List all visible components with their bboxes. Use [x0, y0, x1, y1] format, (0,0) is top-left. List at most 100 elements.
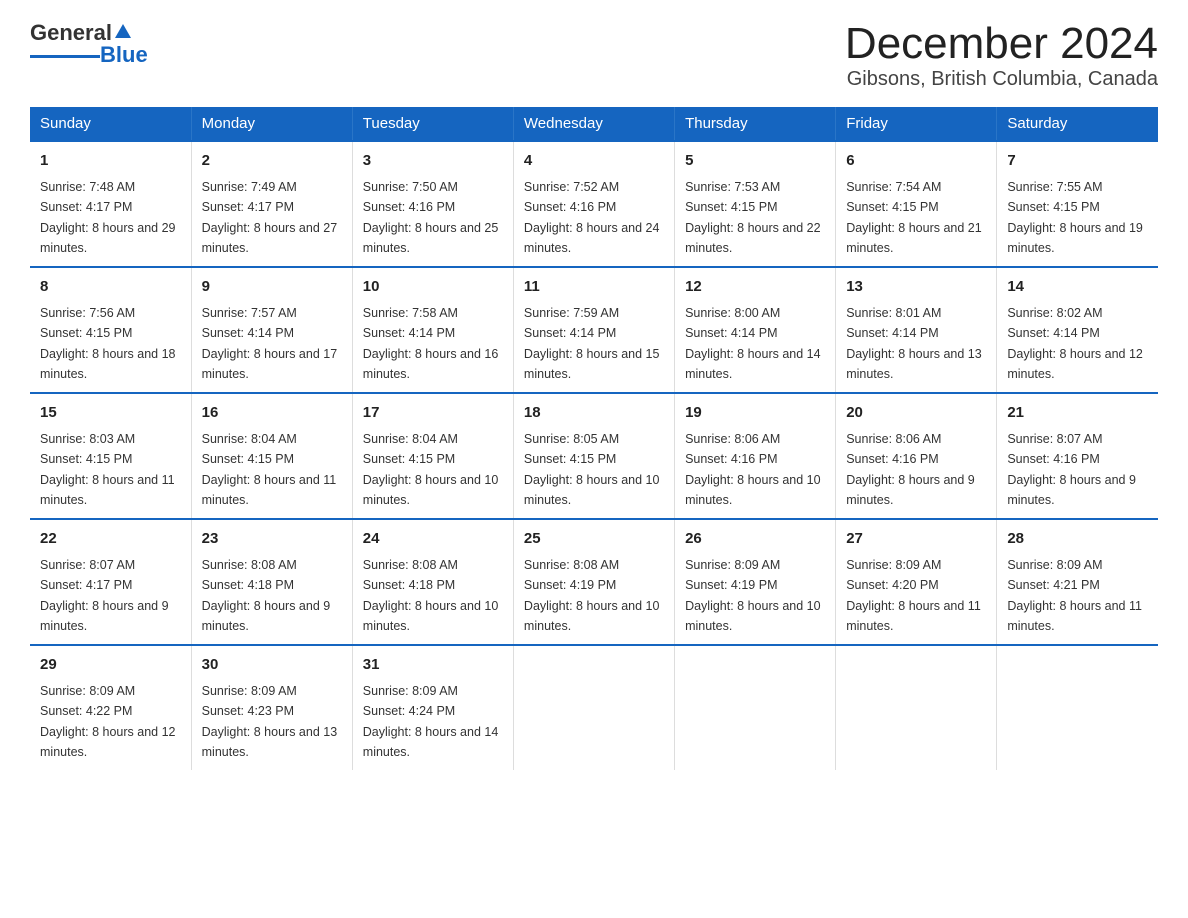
day-number: 16	[202, 402, 342, 425]
calendar-week-row: 29 Sunrise: 8:09 AMSunset: 4:22 PMDayligh…	[30, 645, 1158, 770]
day-number: 15	[40, 402, 181, 425]
col-thursday: Thursday	[675, 107, 836, 141]
day-info: Sunrise: 8:02 AMSunset: 4:14 PMDaylight:…	[1007, 306, 1143, 381]
day-info: Sunrise: 7:59 AMSunset: 4:14 PMDaylight:…	[524, 306, 660, 381]
calendar-week-row: 22Sunrise: 8:07 AMSunset: 4:17 PMDayligh…	[30, 519, 1158, 645]
day-info: Sunrise: 7:58 AMSunset: 4:14 PMDaylight:…	[363, 306, 499, 381]
table-row: 6Sunrise: 7:54 AMSunset: 4:15 PMDaylight…	[836, 141, 997, 267]
logo-blue-text: Blue	[100, 42, 148, 68]
table-row: 11Sunrise: 7:59 AMSunset: 4:14 PMDayligh…	[513, 267, 674, 393]
day-number: 30	[202, 654, 342, 677]
day-info: Sunrise: 7:52 AMSunset: 4:16 PMDaylight:…	[524, 180, 660, 255]
day-info: Sunrise: 8:06 AMSunset: 4:16 PMDaylight:…	[685, 432, 821, 507]
day-number: 1	[40, 150, 181, 173]
table-row	[836, 645, 997, 770]
calendar-table: Sunday Monday Tuesday Wednesday Thursday…	[30, 107, 1158, 770]
day-info: Sunrise: 7:50 AMSunset: 4:16 PMDaylight:…	[363, 180, 499, 255]
table-row: 25 Sunrise: 8:08 AMSunset: 4:19 PMDayligh…	[513, 519, 674, 645]
table-row: 19 Sunrise: 8:06 AMSunset: 4:16 PMDayligh…	[675, 393, 836, 519]
table-row: 13 Sunrise: 8:01 AMSunset: 4:14 PMDayligh…	[836, 267, 997, 393]
table-row: 30 Sunrise: 8:09 AMSunset: 4:23 PMDayligh…	[191, 645, 352, 770]
table-row: 8 Sunrise: 7:56 AMSunset: 4:15 PMDaylight…	[30, 267, 191, 393]
day-info: Sunrise: 8:03 AMSunset: 4:15 PMDaylight:…	[40, 432, 175, 507]
day-info: Sunrise: 8:09 AMSunset: 4:20 PMDaylight:…	[846, 558, 981, 633]
calendar-header-row: Sunday Monday Tuesday Wednesday Thursday…	[30, 107, 1158, 141]
calendar-title: December 2024	[845, 20, 1158, 68]
table-row: 9 Sunrise: 7:57 AMSunset: 4:14 PMDaylight…	[191, 267, 352, 393]
day-number: 2	[202, 150, 342, 173]
day-info: Sunrise: 8:04 AMSunset: 4:15 PMDaylight:…	[202, 432, 337, 507]
day-info: Sunrise: 7:57 AMSunset: 4:14 PMDaylight:…	[202, 306, 338, 381]
table-row: 21 Sunrise: 8:07 AMSunset: 4:16 PMDayligh…	[997, 393, 1158, 519]
day-info: Sunrise: 7:53 AMSunset: 4:15 PMDaylight:…	[685, 180, 821, 255]
day-number: 13	[846, 276, 986, 299]
calendar-week-row: 1 Sunrise: 7:48 AMSunset: 4:17 PMDaylight…	[30, 141, 1158, 267]
col-wednesday: Wednesday	[513, 107, 674, 141]
table-row: 22Sunrise: 8:07 AMSunset: 4:17 PMDayligh…	[30, 519, 191, 645]
day-info: Sunrise: 8:05 AMSunset: 4:15 PMDaylight:…	[524, 432, 660, 507]
day-number: 18	[524, 402, 664, 425]
day-info: Sunrise: 8:09 AMSunset: 4:23 PMDaylight:…	[202, 684, 338, 759]
day-number: 19	[685, 402, 825, 425]
table-row: 27 Sunrise: 8:09 AMSunset: 4:20 PMDayligh…	[836, 519, 997, 645]
day-info: Sunrise: 8:06 AMSunset: 4:16 PMDaylight:…	[846, 432, 975, 507]
col-tuesday: Tuesday	[352, 107, 513, 141]
page-header: General Blue December 2024 Gibsons, Brit…	[30, 20, 1158, 91]
day-number: 14	[1007, 276, 1148, 299]
day-number: 9	[202, 276, 342, 299]
day-info: Sunrise: 8:09 AMSunset: 4:21 PMDaylight:…	[1007, 558, 1142, 633]
day-number: 29	[40, 654, 181, 677]
col-friday: Friday	[836, 107, 997, 141]
day-info: Sunrise: 7:54 AMSunset: 4:15 PMDaylight:…	[846, 180, 982, 255]
table-row: 16 Sunrise: 8:04 AMSunset: 4:15 PMDayligh…	[191, 393, 352, 519]
table-row	[675, 645, 836, 770]
day-info: Sunrise: 8:08 AMSunset: 4:19 PMDaylight:…	[524, 558, 660, 633]
table-row: 14 Sunrise: 8:02 AMSunset: 4:14 PMDayligh…	[997, 267, 1158, 393]
table-row	[513, 645, 674, 770]
col-saturday: Saturday	[997, 107, 1158, 141]
day-info: Sunrise: 7:48 AMSunset: 4:17 PMDaylight:…	[40, 180, 176, 255]
table-row: 12Sunrise: 8:00 AMSunset: 4:14 PMDayligh…	[675, 267, 836, 393]
day-number: 5	[685, 150, 825, 173]
title-section: December 2024 Gibsons, British Columbia,…	[845, 20, 1158, 91]
day-number: 4	[524, 150, 664, 173]
table-row: 17Sunrise: 8:04 AMSunset: 4:15 PMDayligh…	[352, 393, 513, 519]
table-row: 3 Sunrise: 7:50 AMSunset: 4:16 PMDaylight…	[352, 141, 513, 267]
logo-underline	[30, 55, 100, 58]
day-number: 8	[40, 276, 181, 299]
day-info: Sunrise: 7:56 AMSunset: 4:15 PMDaylight:…	[40, 306, 176, 381]
day-number: 7	[1007, 150, 1148, 173]
day-info: Sunrise: 8:08 AMSunset: 4:18 PMDaylight:…	[363, 558, 499, 633]
table-row	[997, 645, 1158, 770]
day-info: Sunrise: 8:09 AMSunset: 4:22 PMDaylight:…	[40, 684, 176, 759]
calendar-week-row: 15 Sunrise: 8:03 AMSunset: 4:15 PMDayligh…	[30, 393, 1158, 519]
table-row: 1 Sunrise: 7:48 AMSunset: 4:17 PMDaylight…	[30, 141, 191, 267]
table-row: 5 Sunrise: 7:53 AMSunset: 4:15 PMDaylight…	[675, 141, 836, 267]
day-number: 31	[363, 654, 503, 677]
calendar-week-row: 8 Sunrise: 7:56 AMSunset: 4:15 PMDaylight…	[30, 267, 1158, 393]
day-info: Sunrise: 8:07 AMSunset: 4:17 PMDaylight:…	[40, 558, 169, 633]
calendar-subtitle: Gibsons, British Columbia, Canada	[845, 68, 1158, 91]
day-number: 23	[202, 528, 342, 551]
day-info: Sunrise: 8:00 AMSunset: 4:14 PMDaylight:…	[685, 306, 821, 381]
day-number: 25	[524, 528, 664, 551]
table-row: 4 Sunrise: 7:52 AMSunset: 4:16 PMDaylight…	[513, 141, 674, 267]
day-info: Sunrise: 7:55 AMSunset: 4:15 PMDaylight:…	[1007, 180, 1143, 255]
logo-triangle-icon	[114, 22, 132, 40]
day-number: 24	[363, 528, 503, 551]
day-info: Sunrise: 8:07 AMSunset: 4:16 PMDaylight:…	[1007, 432, 1136, 507]
day-number: 27	[846, 528, 986, 551]
day-number: 26	[685, 528, 825, 551]
day-info: Sunrise: 7:49 AMSunset: 4:17 PMDaylight:…	[202, 180, 338, 255]
day-info: Sunrise: 8:09 AMSunset: 4:19 PMDaylight:…	[685, 558, 821, 633]
day-number: 21	[1007, 402, 1148, 425]
day-info: Sunrise: 8:01 AMSunset: 4:14 PMDaylight:…	[846, 306, 982, 381]
table-row: 18 Sunrise: 8:05 AMSunset: 4:15 PMDayligh…	[513, 393, 674, 519]
table-row: 2 Sunrise: 7:49 AMSunset: 4:17 PMDaylight…	[191, 141, 352, 267]
col-sunday: Sunday	[30, 107, 191, 141]
day-number: 28	[1007, 528, 1148, 551]
table-row: 23Sunrise: 8:08 AMSunset: 4:18 PMDayligh…	[191, 519, 352, 645]
table-row: 20Sunrise: 8:06 AMSunset: 4:16 PMDayligh…	[836, 393, 997, 519]
day-number: 3	[363, 150, 503, 173]
day-number: 10	[363, 276, 503, 299]
